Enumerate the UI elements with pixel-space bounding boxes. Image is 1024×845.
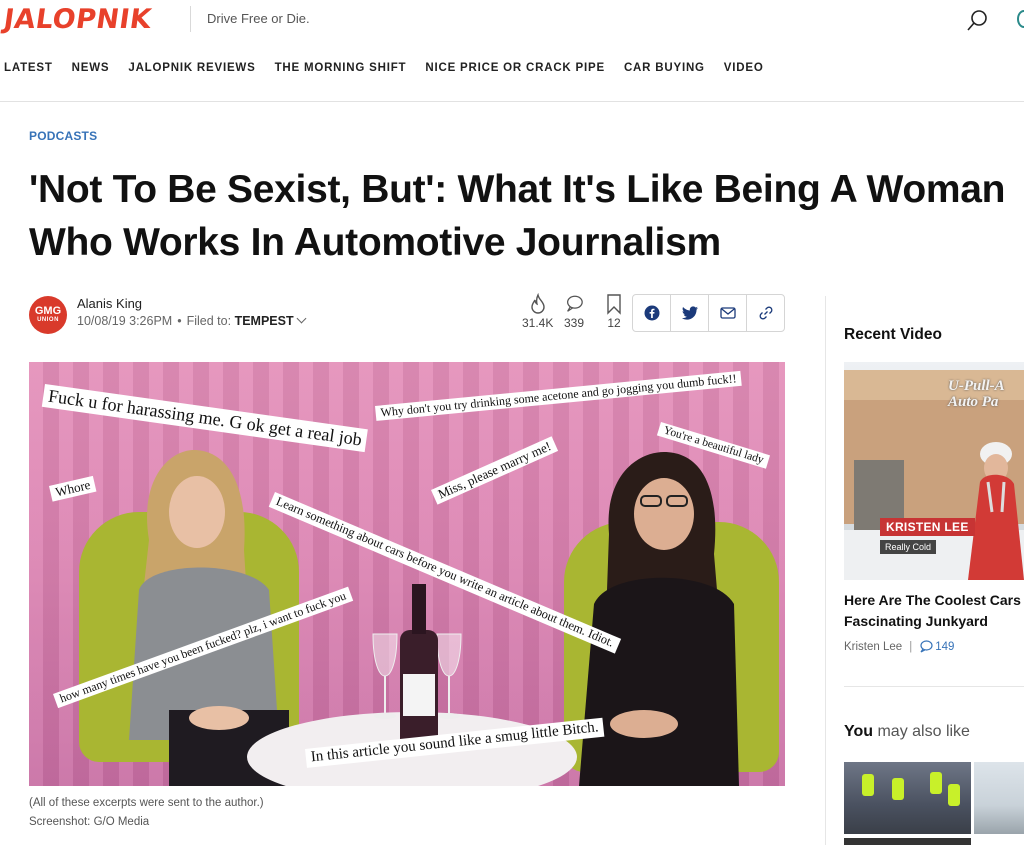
bookmarks-stat[interactable]: 12 — [604, 293, 624, 330]
recent-video-headline[interactable]: Here Are The Coolest Cars V Fascinating … — [844, 590, 1024, 632]
recent-comment-count[interactable]: 149 — [935, 641, 954, 653]
site-tagline: Drive Free or Die. — [207, 11, 310, 26]
recent-video-meta: Kristen Lee | 149 — [844, 640, 955, 653]
avatar-text: GMG — [34, 305, 62, 317]
image-credit: Screenshot: G/O Media — [29, 816, 150, 828]
filed-tag[interactable]: TEMPEST — [235, 314, 294, 328]
link-icon — [759, 306, 772, 320]
sidebar-divider — [825, 296, 826, 845]
facebook-icon — [644, 305, 659, 321]
nav-item-jalopnik-reviews[interactable]: JALOPNIK REVIEWS — [128, 62, 255, 78]
nav-item-car-buying[interactable]: CAR BUYING — [624, 62, 705, 78]
thumbnail-sign-text: U-Pull-A Auto Pa — [948, 378, 1004, 410]
timestamp[interactable]: 10/08/19 3:26PM — [77, 314, 172, 328]
flame-icon — [530, 293, 545, 314]
recent-video-thumbnail[interactable]: U-Pull-A Auto Pa KRISTEN LEE Really Cold — [844, 362, 1024, 580]
bookmark-icon — [607, 294, 621, 315]
nav-item-video[interactable]: VIDEO — [724, 62, 764, 78]
nav-divider — [0, 101, 1024, 102]
views-count: 31.4K — [522, 316, 554, 330]
views-stat: 31.4K — [522, 293, 553, 330]
share-bar — [632, 294, 785, 332]
image-caption: (All of these excerpts were sent to the … — [29, 797, 264, 809]
hero-image: Fuck u for harassing me. G ok get a real… — [29, 362, 785, 786]
thumbnail-subtitle: Really Cold — [880, 540, 937, 554]
comment-icon — [567, 295, 583, 312]
nav-item-latest[interactable]: LATEST — [4, 62, 53, 78]
author-name[interactable]: Alanis King — [77, 296, 142, 311]
account-icon[interactable] — [1017, 10, 1024, 28]
header-divider — [190, 6, 191, 32]
wine-glass-left — [372, 633, 398, 719]
recent-headline-line-1: Here Are The Coolest Cars V — [844, 592, 1024, 608]
nav-item-morning-shift[interactable]: THE MORNING SHIFT — [275, 62, 407, 78]
sidebar-divider-2 — [844, 686, 1024, 687]
article-category[interactable]: PODCASTS — [29, 129, 97, 143]
wine-bottle — [400, 584, 438, 746]
thumbnail-name-tag: KRISTEN LEE — [880, 518, 975, 536]
chevron-down-icon[interactable] — [296, 313, 307, 324]
comments-stat[interactable]: 339 — [564, 293, 584, 330]
filed-label: Filed to: — [186, 314, 232, 328]
recommended-thumbnail-3[interactable] — [844, 838, 971, 845]
recent-video-title: Recent Video — [844, 326, 942, 343]
recent-headline-line-2: Fascinating Junkyard — [844, 613, 988, 629]
may-also-like-title: You may also like — [844, 723, 970, 740]
nav-item-nice-price[interactable]: NICE PRICE OR CRACK PIPE — [425, 62, 605, 78]
byline-meta: 10/08/19 3:26PM • Filed to: TEMPEST — [77, 313, 307, 328]
mail-icon — [719, 307, 736, 319]
headline-line-2: Who Works In Automotive Journalism — [29, 221, 721, 264]
recommended-thumbnail-2[interactable] — [974, 762, 1024, 834]
headline-line-1: 'Not To Be Sexist, But': What It's Like … — [29, 168, 1006, 211]
twitter-share-button[interactable] — [671, 295, 709, 331]
nav-item-news[interactable]: NEWS — [72, 62, 110, 78]
search-icon[interactable] — [965, 7, 991, 33]
main-nav: LATEST NEWS JALOPNIK REVIEWS THE MORNING… — [0, 62, 779, 78]
bookmarks-count: 12 — [607, 316, 621, 330]
email-share-button[interactable] — [709, 295, 747, 331]
site-logo[interactable]: JALOPNIK — [2, 4, 154, 35]
comment-icon — [920, 640, 933, 653]
copy-link-button[interactable] — [747, 295, 784, 331]
facebook-share-button[interactable] — [633, 295, 671, 331]
twitter-icon — [681, 305, 698, 320]
recent-author[interactable]: Kristen Lee — [844, 641, 902, 653]
avatar-subtext: UNION — [37, 317, 59, 323]
thumbnail-person — [968, 442, 1024, 580]
top-bar: JALOPNIK Drive Free or Die. — [0, 0, 1024, 40]
recommended-thumbnail-1[interactable] — [844, 762, 971, 834]
comments-count: 339 — [564, 316, 585, 330]
avatar[interactable]: GMG UNION — [29, 296, 67, 334]
article-headline: 'Not To Be Sexist, But': What It's Like … — [29, 163, 1024, 269]
